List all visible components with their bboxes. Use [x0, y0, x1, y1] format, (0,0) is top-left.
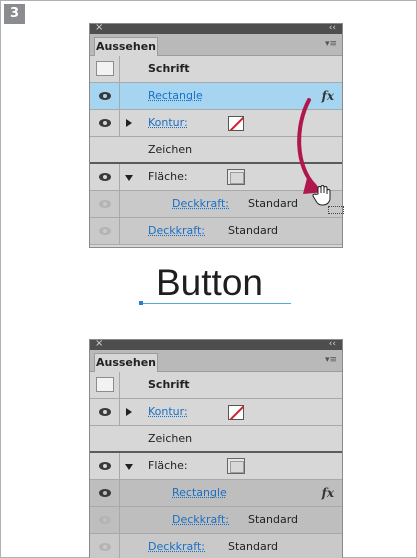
- panel-menu-icon[interactable]: ▾≡: [325, 356, 337, 365]
- stroke-swatch[interactable]: [228, 405, 244, 420]
- row-effect-moved[interactable]: Rectangle fx: [90, 480, 342, 507]
- hand-cursor-icon: [312, 185, 331, 206]
- opacity-value: Standard: [228, 224, 279, 237]
- row-flaeche[interactable]: Fläche:: [90, 453, 342, 480]
- row-kontur[interactable]: Kontur:: [90, 399, 342, 426]
- visibility-eye-icon[interactable]: [99, 462, 111, 470]
- visibility-eye-icon[interactable]: [99, 173, 111, 181]
- effect-link[interactable]: Rectangle: [172, 480, 227, 506]
- collapse-icon[interactable]: ‹‹: [329, 24, 336, 34]
- row-object[interactable]: Schrift: [90, 372, 342, 399]
- drop-target-indicator: [328, 206, 344, 214]
- flaeche-label: Fläche:: [148, 459, 188, 472]
- kontur-link[interactable]: Kontur:: [148, 110, 188, 136]
- visibility-eye-icon[interactable]: [99, 200, 111, 208]
- object-label: Schrift: [148, 62, 190, 75]
- flaeche-label: Fläche:: [148, 170, 188, 183]
- row-zeichen[interactable]: Zeichen: [90, 426, 342, 453]
- collapse-triangle-icon[interactable]: [125, 464, 133, 470]
- expand-triangle-icon[interactable]: [126, 119, 132, 127]
- appearance-panel-after: × ‹‹ Aussehen ▾≡ Schrift Kontur: Zeichen…: [89, 339, 343, 558]
- row-opacity-indented[interactable]: Deckkraft: Standard: [90, 507, 342, 534]
- stroke-swatch[interactable]: [228, 116, 244, 131]
- tutorial-frame: 3 × ‹‹ Aussehen ▾≡ Schrift Rectangle fx …: [0, 0, 417, 558]
- close-icon[interactable]: ×: [95, 24, 103, 34]
- row-opacity[interactable]: Deckkraft: Standard: [90, 218, 342, 245]
- button-text-object[interactable]: Button: [1, 261, 417, 305]
- row-object[interactable]: Schrift: [90, 56, 342, 83]
- visibility-eye-icon[interactable]: [99, 489, 111, 497]
- opacity-value: Standard: [248, 513, 299, 526]
- row-opacity[interactable]: Deckkraft: Standard: [90, 534, 342, 558]
- object-thumbnail-icon: [96, 377, 114, 392]
- tab-aussehen[interactable]: Aussehen: [94, 37, 158, 56]
- opacity-link[interactable]: Deckkraft:: [148, 218, 205, 244]
- text-baseline: [141, 303, 291, 304]
- panel-titlebar: × ‹‹: [90, 24, 342, 34]
- panel-menu-icon[interactable]: ▾≡: [325, 40, 337, 49]
- visibility-eye-icon[interactable]: [99, 92, 111, 100]
- opacity-link[interactable]: Deckkraft:: [172, 507, 229, 533]
- object-label: Schrift: [148, 378, 190, 391]
- panel-header: Aussehen ▾≡: [90, 34, 342, 56]
- close-icon[interactable]: ×: [95, 340, 103, 350]
- opacity-link[interactable]: Deckkraft:: [148, 534, 205, 558]
- fill-swatch[interactable]: [227, 458, 245, 474]
- step-number-badge: 3: [4, 4, 25, 24]
- tab-aussehen[interactable]: Aussehen: [94, 353, 158, 372]
- zeichen-label: Zeichen: [148, 432, 193, 445]
- text-anchor-point: [139, 301, 143, 305]
- fx-icon[interactable]: fx: [322, 480, 334, 506]
- panel-header: Aussehen ▾≡: [90, 350, 342, 372]
- zeichen-label: Zeichen: [148, 143, 193, 156]
- effect-link[interactable]: Rectangle: [148, 83, 203, 109]
- visibility-eye-icon[interactable]: [99, 408, 111, 416]
- visibility-eye-icon[interactable]: [99, 227, 111, 235]
- visibility-eye-icon[interactable]: [99, 543, 111, 551]
- panel-titlebar: × ‹‹: [90, 340, 342, 350]
- drag-arrow-path: [297, 98, 317, 188]
- object-thumbnail-icon: [96, 61, 114, 76]
- opacity-value: Standard: [228, 540, 279, 553]
- opacity-link[interactable]: Deckkraft:: [172, 191, 229, 217]
- collapse-icon[interactable]: ‹‹: [329, 340, 336, 350]
- expand-triangle-icon[interactable]: [126, 408, 132, 416]
- kontur-link[interactable]: Kontur:: [148, 399, 188, 425]
- collapse-triangle-icon[interactable]: [125, 175, 133, 181]
- visibility-eye-icon[interactable]: [99, 516, 111, 524]
- visibility-eye-icon[interactable]: [99, 119, 111, 127]
- fill-swatch[interactable]: [227, 169, 245, 185]
